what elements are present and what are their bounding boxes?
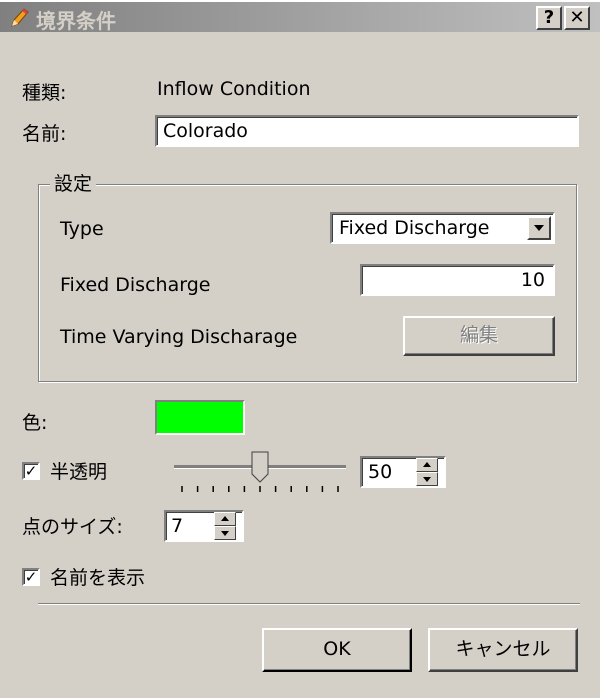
edit-button-label: 編集 [459, 324, 498, 346]
spin-down-icon[interactable] [416, 472, 438, 486]
separator [38, 603, 580, 605]
kind-value: Inflow Condition [157, 78, 311, 100]
point-size-label: 点のサイズ: [22, 516, 123, 538]
spin-down-icon[interactable] [214, 526, 236, 540]
name-input[interactable]: Colorado [155, 115, 579, 147]
transparency-checkbox[interactable]: ✓ [22, 462, 40, 480]
spin-up-icon[interactable] [214, 512, 236, 526]
cancel-button-label: キャンセル [455, 638, 551, 660]
time-varying-label: Time Varying Discharage [60, 326, 298, 348]
window-title: 境界条件 [36, 9, 116, 33]
checkmark-icon: ✓ [24, 462, 38, 480]
edit-button: 編集 [403, 316, 555, 356]
slider-thumb[interactable] [251, 451, 269, 483]
name-label: 名前: [22, 123, 67, 145]
fixed-discharge-label: Fixed Discharge [60, 274, 211, 296]
fixed-discharge-value: 10 [520, 269, 545, 291]
transparency-spinbox[interactable]: 50 [360, 456, 446, 488]
slider-ticks [181, 486, 339, 492]
show-name-checkbox[interactable]: ✓ [22, 568, 40, 586]
transparency-label: 半透明 [50, 461, 108, 483]
transparency-spin-buttons[interactable] [416, 458, 444, 486]
color-label: 色: [22, 412, 48, 434]
type-label: Type [60, 218, 104, 240]
spin-up-icon[interactable] [416, 458, 438, 472]
kind-label: 種類: [22, 82, 67, 104]
help-button[interactable]: ? [536, 6, 562, 30]
ok-button[interactable]: OK [262, 628, 412, 672]
settings-legend: 設定 [50, 169, 97, 196]
color-swatch[interactable] [155, 400, 245, 435]
cancel-button[interactable]: キャンセル [428, 628, 578, 672]
chevron-down-icon[interactable] [527, 216, 551, 240]
pencil-icon [11, 8, 29, 27]
type-dropdown[interactable]: Fixed Discharge [330, 212, 555, 244]
ok-button-label: OK [323, 638, 351, 660]
type-dropdown-value: Fixed Discharge [339, 217, 490, 239]
point-size-value: 7 [171, 515, 184, 537]
checkmark-icon: ✓ [24, 568, 38, 586]
name-input-value: Colorado [163, 120, 248, 142]
point-size-spin-buttons[interactable] [214, 512, 242, 540]
fixed-discharge-input[interactable]: 10 [360, 264, 555, 296]
show-name-label: 名前を表示 [50, 567, 146, 589]
close-button[interactable]: ✕ [564, 6, 590, 30]
title-bar: 境界条件 ? ✕ [0, 0, 600, 33]
transparency-spin-value: 50 [368, 461, 393, 483]
point-size-spinbox[interactable]: 7 [164, 510, 244, 542]
transparency-slider[interactable] [170, 448, 350, 500]
